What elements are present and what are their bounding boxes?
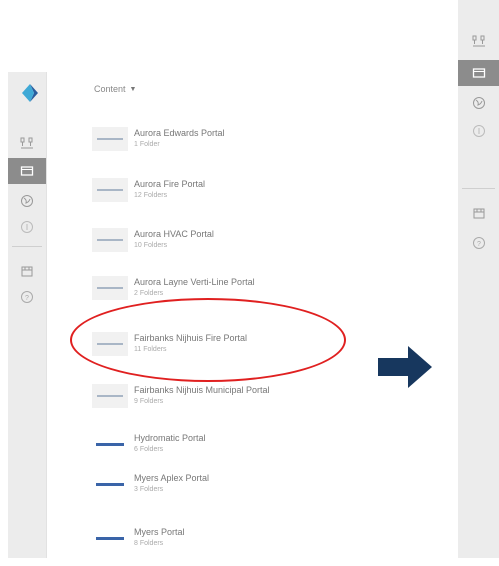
portal-folder-count: 6 Folders [134,446,164,453]
portal-item[interactable]: Aurora Fire Portal 12 Folders [92,178,352,218]
portal-folder-count: 2 Folders [134,290,164,297]
portal-folder-count: 12 Folders [134,192,168,199]
portal-folder-count: 1 Folder [134,141,160,148]
portal-thumbnail [92,472,128,496]
portal-title: Myers Portal [134,527,185,537]
portal-title: Aurora Fire Portal [134,179,206,189]
org-chart-icon[interactable] [458,28,499,54]
portal-folder-count: 8 Folders [134,540,164,547]
rail-divider [462,188,495,189]
app-logo-icon[interactable] [22,84,38,102]
help-icon[interactable]: ? [8,284,46,310]
portal-thumbnail [92,384,128,408]
portal-folder-count: 9 Folders [134,398,164,405]
org-chart-icon[interactable] [8,130,46,156]
portal-item[interactable]: Fairbanks Nijhuis Municipal Portal 9 Fol… [92,384,352,424]
info-icon[interactable] [8,214,46,240]
portal-thumbnail [92,178,128,202]
portal-thumbnail [92,228,128,252]
portal-thumbnail [92,432,128,456]
portal-title: Hydromatic Portal [134,433,206,443]
portal-folder-count: 10 Folders [134,242,168,249]
portal-item[interactable]: Aurora HVAC Portal 10 Folders [92,228,352,268]
portal-item[interactable]: Hydromatic Portal 6 Folders [92,432,352,472]
right-arrow-icon [378,346,432,393]
portal-thumbnail [92,276,128,300]
portal-title: Fairbanks Nijhuis Municipal Portal [134,385,270,395]
portal-folder-count: 3 Folders [134,486,164,493]
portal-thumbnail [92,526,128,550]
portal-title: Aurora HVAC Portal [134,229,214,239]
portal-title: Myers Aplex Portal [134,473,210,483]
highlight-ellipse [70,298,346,382]
portal-item[interactable]: Myers Portal 8 Folders [92,526,352,566]
store-icon[interactable] [8,258,46,284]
globe-icon[interactable] [8,188,46,214]
left-nav-rail: ? [8,72,47,558]
help-icon[interactable]: ? [458,230,499,256]
chevron-down-icon: ▼ [129,85,137,93]
portal-item[interactable]: Myers Aplex Portal 3 Folders [92,472,352,512]
svg-text:?: ? [477,241,481,248]
rail-divider [12,246,42,247]
content-dropdown-label: Content [94,84,126,94]
portal-title: Aurora Layne Verti-Line Portal [134,277,255,287]
svg-text:?: ? [25,295,29,302]
content-dropdown[interactable]: Content ▼ [94,84,136,94]
portal-thumbnail [92,127,128,151]
content-icon[interactable] [458,60,499,86]
content-icon[interactable] [8,158,46,184]
store-icon[interactable] [458,200,499,226]
globe-icon[interactable] [458,90,499,116]
right-nav-rail: ? [458,0,499,558]
info-icon[interactable] [458,118,499,144]
portal-title: Aurora Edwards Portal [134,128,225,138]
portal-item[interactable]: Aurora Edwards Portal 1 Folder [92,127,352,167]
